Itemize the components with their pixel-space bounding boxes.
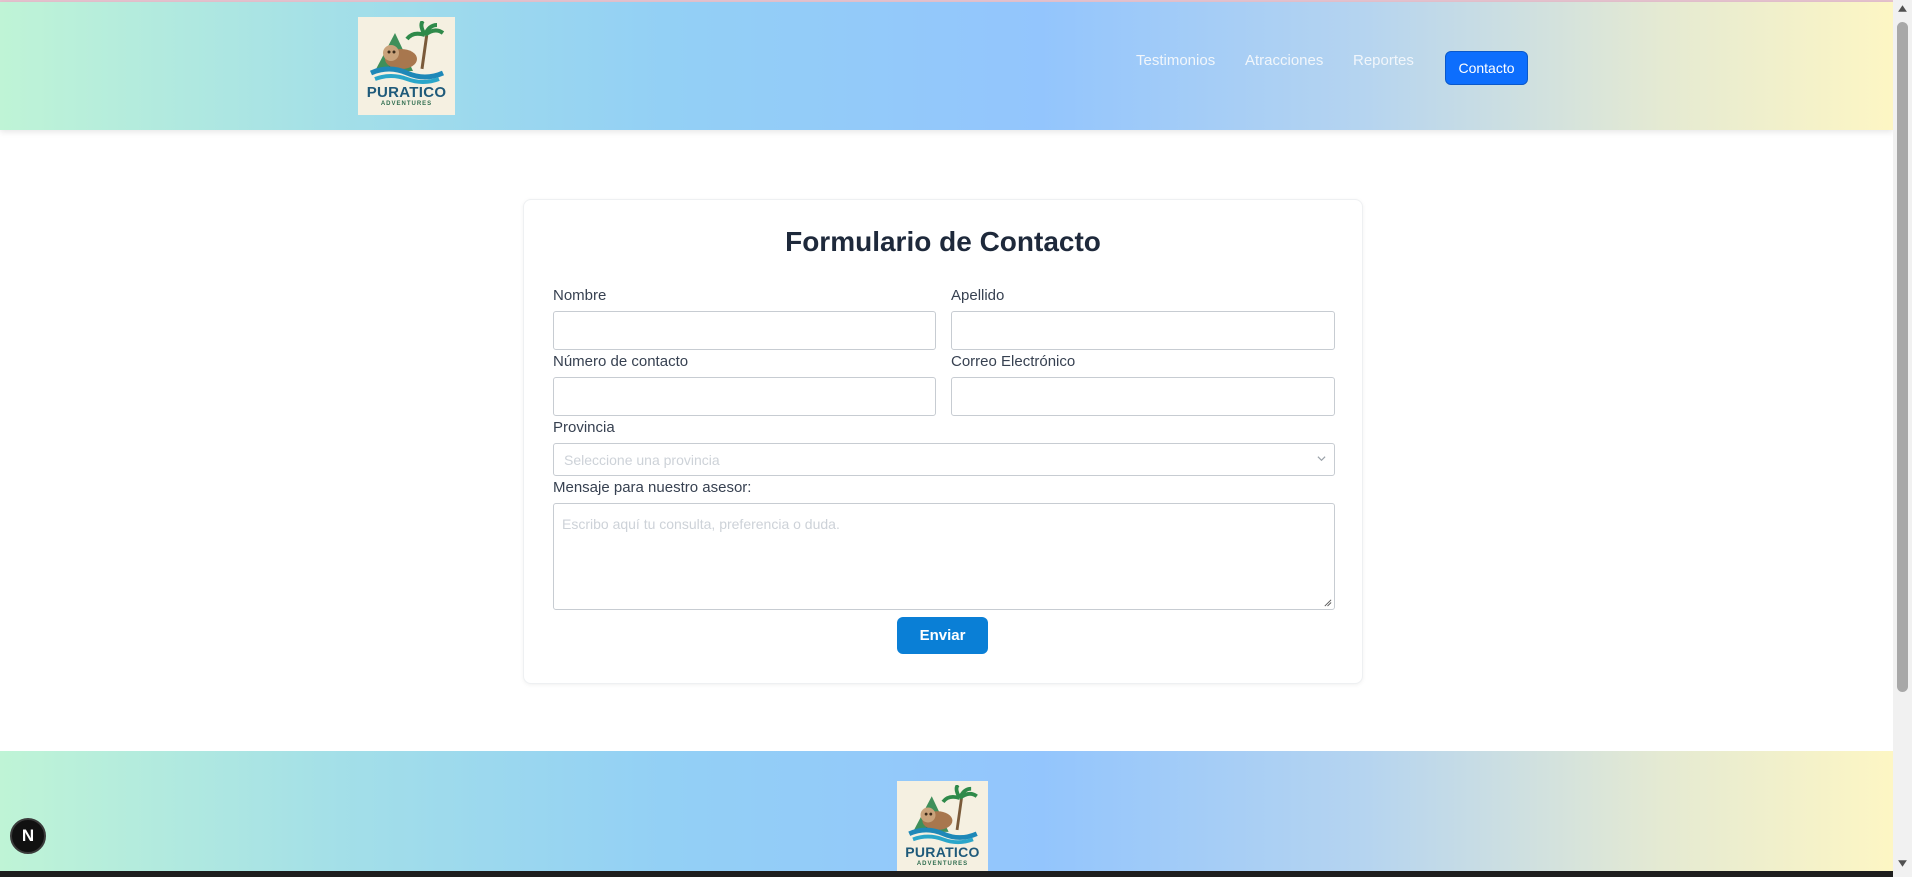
first-name-label: Nombre <box>553 287 607 304</box>
province-select[interactable]: Seleccione una provincia <box>553 443 1335 476</box>
nav-reportes[interactable]: Reportes <box>1353 52 1414 69</box>
scroll-thumb[interactable] <box>1897 22 1908 692</box>
contact-button[interactable]: Contacto <box>1445 51 1528 85</box>
footer-logo-title: PURATICO <box>905 844 980 860</box>
footer-logo[interactable]: PURATICO ADVENTURES <box>897 781 988 871</box>
first-name-input[interactable] <box>553 311 936 350</box>
sloth-island-logo-icon <box>369 21 444 84</box>
nav-atracciones[interactable]: Atracciones <box>1245 52 1323 69</box>
sloth-island-logo-icon <box>907 785 978 845</box>
dev-tools-badge[interactable]: N <box>10 818 46 854</box>
submit-button[interactable]: Enviar <box>897 617 988 654</box>
scroll-up-arrow-icon[interactable] <box>1897 4 1908 13</box>
logo-title: PURATICO <box>366 84 447 101</box>
site-header: PURATICO ADVENTURES Testimonios Atraccio… <box>0 2 1893 130</box>
nav-testimonios[interactable]: Testimonios <box>1136 52 1215 69</box>
form-title: Formulario de Contacto <box>785 226 1101 257</box>
chevron-down-icon <box>1317 456 1326 462</box>
phone-label: Número de contacto <box>553 353 689 370</box>
resize-handle-icon[interactable] <box>1323 598 1332 607</box>
email-label: Correo Electrónico <box>951 353 1076 370</box>
province-select-placeholder: Seleccione una provincia <box>564 451 720 468</box>
scroll-down-arrow-icon[interactable] <box>1897 859 1908 868</box>
contact-form-card: Formulario de Contacto Nombre Apellido N… <box>523 199 1363 684</box>
phone-input[interactable] <box>553 377 936 416</box>
header-logo[interactable]: PURATICO ADVENTURES <box>358 17 455 115</box>
message-placeholder: Escribo aquí tu consulta, preferencia o … <box>562 516 840 532</box>
message-textarea[interactable]: Escribo aquí tu consulta, preferencia o … <box>553 503 1335 610</box>
last-name-label: Apellido <box>951 287 1005 304</box>
message-label: Mensaje para nuestro asesor: <box>553 479 752 496</box>
vertical-scrollbar[interactable] <box>1893 0 1912 877</box>
window-bottom-edge <box>0 871 1893 877</box>
site-footer: PURATICO ADVENTURES <box>0 751 1893 871</box>
province-label: Provincia <box>553 419 615 436</box>
last-name-input[interactable] <box>951 311 1335 350</box>
logo-tagline: ADVENTURES <box>380 101 433 107</box>
footer-logo-tagline: ADVENTURES <box>916 861 969 867</box>
email-input[interactable] <box>951 377 1335 416</box>
